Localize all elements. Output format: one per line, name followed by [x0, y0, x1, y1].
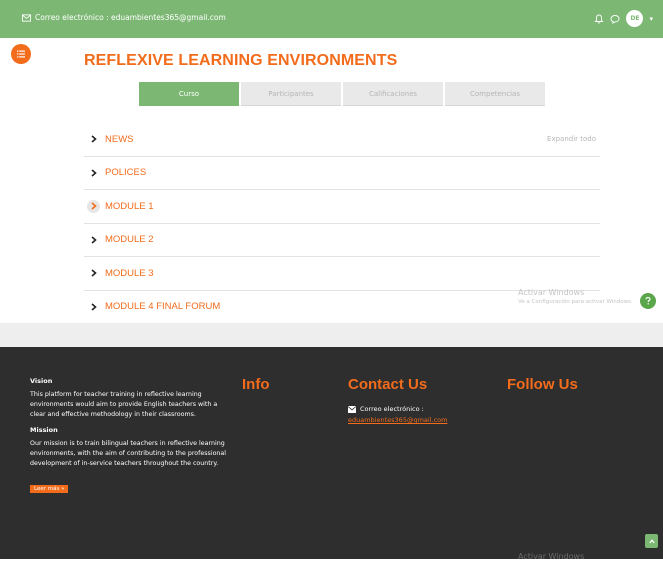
scroll-to-top-button[interactable]: [645, 534, 658, 548]
section-polices[interactable]: POLICES: [84, 157, 600, 190]
section-title[interactable]: MODULE 1: [105, 201, 154, 212]
footer-about: Vision This platform for teacher trainin…: [30, 377, 230, 494]
contact-heading: Contact Us: [348, 376, 428, 393]
envelope-icon: [348, 405, 356, 413]
windows-activation-watermark: Activar Windows Ve a Configuración para …: [518, 288, 633, 305]
site-footer: Vision This platform for teacher trainin…: [0, 347, 663, 559]
mission-heading: Mission: [30, 426, 58, 434]
chevron-right-icon[interactable]: [87, 133, 100, 146]
user-avatar[interactable]: DE: [626, 10, 644, 27]
section-title[interactable]: POLICES: [105, 167, 146, 178]
windows-activation-watermark-footer: Activar Windows: [518, 552, 585, 561]
question-icon: [645, 297, 651, 305]
read-more-button[interactable]: Leer más »: [30, 485, 69, 493]
envelope-icon: [22, 13, 31, 22]
tab-participantes[interactable]: Participantes: [241, 82, 341, 106]
chat-bubble-icon[interactable]: [610, 14, 620, 24]
contact-email-label: Correo electrónico :: [348, 405, 424, 413]
watermark-subtitle: Ve a Configuración para activar Windows.: [518, 299, 633, 305]
drawer-toggle-button[interactable]: [11, 44, 31, 64]
vision-text: This platform for teacher training in re…: [30, 391, 218, 418]
chevron-right-icon[interactable]: [87, 300, 100, 313]
contact-label-text: Correo electrónico :: [360, 405, 424, 413]
bell-icon[interactable]: [594, 14, 605, 24]
contact-email-link[interactable]: eduambientes365@gmail.com: [348, 416, 447, 424]
section-title[interactable]: NEWS: [105, 134, 134, 145]
chevron-up-icon: [648, 538, 655, 543]
chevron-right-icon[interactable]: [87, 233, 100, 246]
topbar-email: Correo electrónico : eduambientes365@gma…: [22, 13, 226, 22]
section-module-2[interactable]: MODULE 2: [84, 224, 600, 257]
section-news[interactable]: NEWS Expandir todo: [84, 123, 600, 157]
vision-heading: Vision: [30, 377, 53, 385]
follow-heading: Follow Us: [507, 376, 578, 393]
chevron-right-icon[interactable]: [87, 166, 100, 179]
list-icon: [17, 50, 25, 58]
section-module-3[interactable]: MODULE 3: [84, 257, 600, 291]
tab-competencias[interactable]: Competencias: [445, 82, 545, 106]
expand-all-link[interactable]: Expandir todo: [547, 135, 596, 143]
user-menu-caret-icon[interactable]: ▾: [649, 15, 653, 23]
chevron-right-icon[interactable]: [87, 267, 100, 280]
topbar-email-text: Correo electrónico : eduambientes365@gma…: [35, 13, 226, 22]
help-button[interactable]: [640, 293, 656, 309]
page-title: REFLEXIVE LEARNING ENVIRONMENTS: [84, 52, 398, 69]
section-title[interactable]: MODULE 3: [105, 268, 154, 279]
mission-text: Our mission is to train bilingual teache…: [30, 440, 227, 467]
section-title[interactable]: MODULE 4 FINAL FORUM: [105, 301, 220, 312]
chevron-right-icon[interactable]: [87, 199, 100, 213]
tab-curso[interactable]: Curso: [139, 82, 239, 106]
content-bottom-strip: [0, 323, 663, 347]
watermark-title: Activar Windows: [518, 288, 585, 297]
top-navbar: Correo electrónico : eduambientes365@gma…: [0, 0, 663, 38]
section-module-1[interactable]: MODULE 1: [84, 190, 600, 224]
info-heading: Info: [242, 376, 270, 393]
course-tabs: Curso Participantes Calificaciones Compe…: [139, 82, 547, 106]
section-title[interactable]: MODULE 2: [105, 234, 154, 245]
tab-calificaciones[interactable]: Calificaciones: [343, 82, 443, 106]
